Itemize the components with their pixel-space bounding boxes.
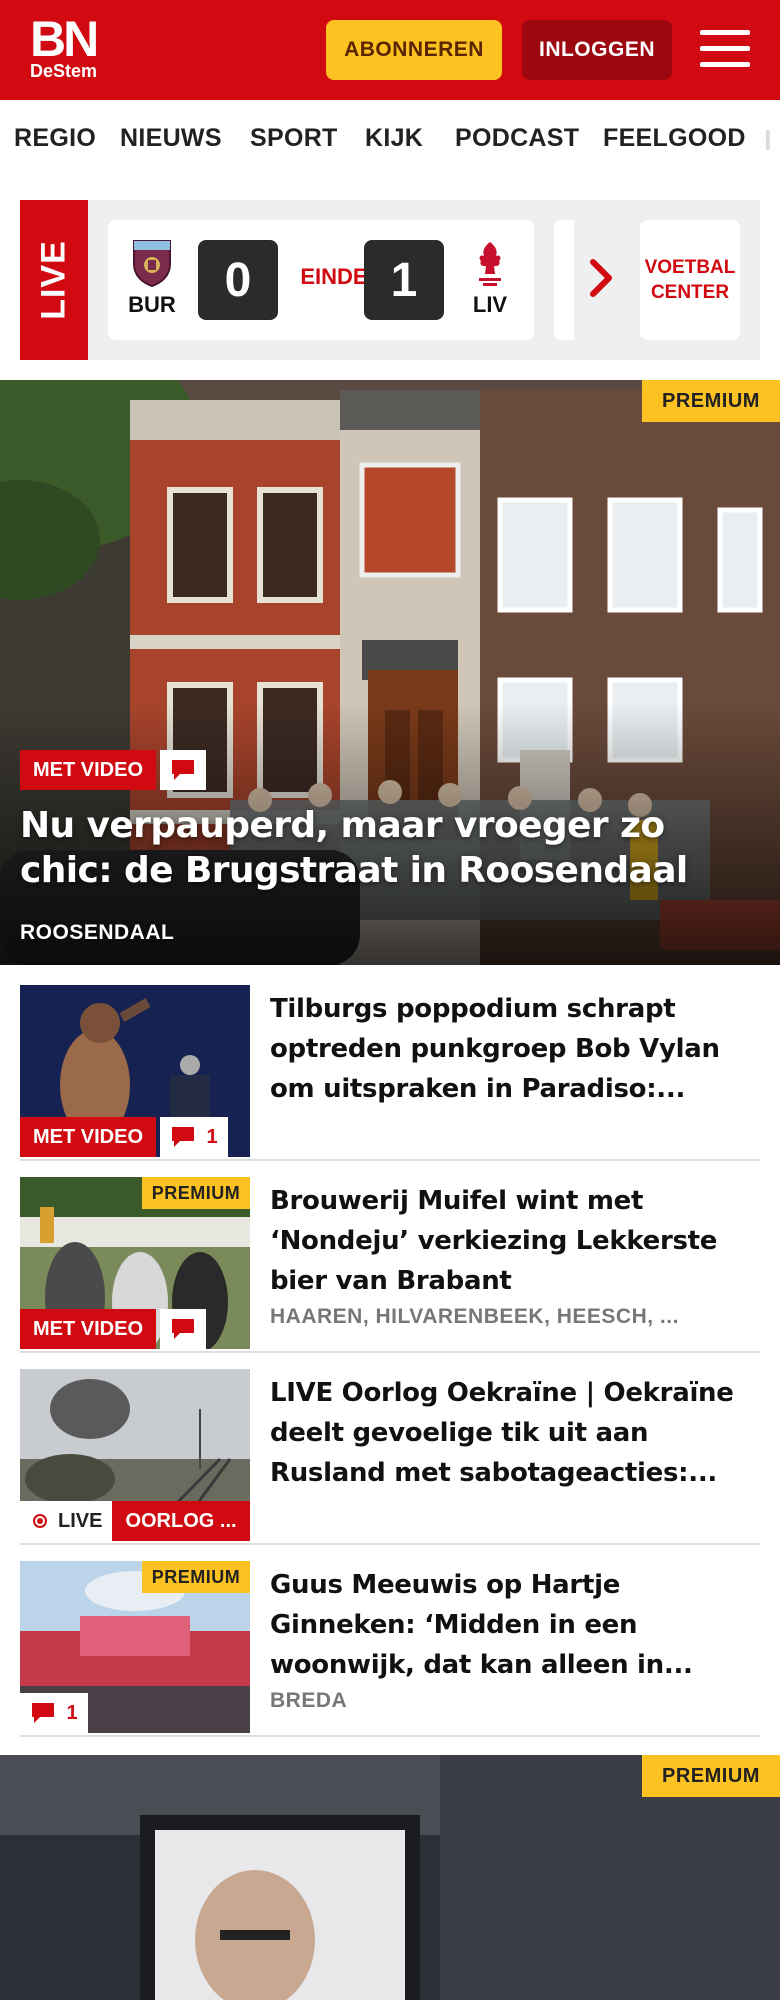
comment-badge[interactable]: 1 [160,1117,228,1157]
away-team: LIV [460,238,520,318]
live-tab-label: LIVE [34,240,73,320]
video-badge: MET VIDEO [20,1309,156,1349]
site-logo[interactable]: BN DeStem [30,11,99,81]
tag-badge: OORLOG ... [112,1501,250,1541]
premium-badge: PREMIUM [642,380,780,422]
list-item[interactable]: LIVE OORLOG ... LIVE Oorlog Oekraïne | O… [20,1369,760,1545]
premium-badge: PREMIUM [142,1561,250,1593]
comment-count: 1 [206,1125,218,1148]
chevron-right-icon[interactable] [588,258,614,298]
video-badge: MET VIDEO [20,1117,156,1157]
nav-item-feelgood[interactable]: FEELGOOD [603,124,746,153]
article-location: BREDA [270,1689,348,1712]
menu-icon[interactable] [700,26,752,70]
video-badge: MET VIDEO [20,750,156,790]
burnley-crest-icon [133,240,171,288]
nav-fade [756,100,780,182]
article-title[interactable]: Guus Meeuwis op Hartje Ginneken: ‘Midden… [270,1565,758,1685]
match-status: EINDE [300,264,368,289]
comment-icon [172,760,194,780]
nav-item-nieuws[interactable]: NIEUWS [120,124,222,153]
login-button[interactable]: INLOGGEN [522,20,672,80]
nav-item-podcast[interactable]: PODCAST [455,124,579,153]
article-title[interactable]: Brouwerij Muifel wint met ‘Nondeju’ verk… [270,1181,758,1301]
comment-icon [172,1319,194,1339]
logo-sub: DeStem [30,61,98,81]
match-card[interactable]: BUR 0 EINDE 1 LIV [108,220,534,340]
article-title[interactable]: LIVE Oorlog Oekraïne | Oekraïne deelt ge… [270,1373,758,1493]
nav-item-regio[interactable]: REGIO [14,124,96,153]
comment-count: 1 [66,1701,78,1724]
nav-item-sport[interactable]: SPORT [250,124,338,153]
list-item[interactable]: PREMIUM 1 Guus Meeuwis op Hartje Ginneke… [20,1561,760,1737]
comment-icon [32,1703,55,1723]
comment-badge[interactable] [160,1309,206,1349]
live-scoreboard: LIVE BUR 0 EINDE 1 LIV VOETBAL CENTER [20,200,760,360]
main-nav: REGIO NIEUWS SPORT KIJK PODCAST FEELGOOD [0,100,780,182]
subscribe-button[interactable]: ABONNEREN [326,20,502,80]
list-item[interactable]: MET VIDEO 1 Tilburgs poppodium schrapt o… [20,985,760,1161]
article-location: HAAREN, HILVARENBEEK, HEESCH, ... [270,1305,679,1328]
site-header: BN DeStem ABONNEREN INLOGGEN [0,0,780,100]
live-dot-icon [33,1514,47,1528]
article-title[interactable]: Tilburgs poppodium schrapt optreden punk… [270,989,758,1109]
comment-badge[interactable]: 1 [20,1693,88,1733]
logo-main: BN [30,11,99,67]
away-team-code: LIV [472,292,508,317]
nav-item-kijk[interactable]: KIJK [365,124,423,153]
hero-article-2[interactable]: PREMIUM [0,1755,780,2000]
next-match-card-edge[interactable] [554,220,574,340]
premium-badge: PREMIUM [642,1755,780,1797]
voetbal-center-button[interactable]: VOETBAL CENTER [640,220,740,340]
live-badge: LIVE [20,1501,112,1541]
premium-badge: PREMIUM [142,1177,250,1209]
live-tab: LIVE [20,200,88,360]
list-item[interactable]: PREMIUM MET VIDEO Brouwerij Muifel wint … [20,1177,760,1353]
hero-title[interactable]: Nu verpauperd, maar vroeger zo chic: de … [20,803,760,893]
home-team: BUR [122,238,182,318]
home-score: 0 [198,240,278,320]
liverpool-crest-icon [479,242,501,286]
away-score: 1 [364,240,444,320]
home-team-code: BUR [128,292,176,317]
hero-location: ROOSENDAAL [20,921,175,944]
live-label: LIVE [58,1509,103,1532]
comment-badge[interactable] [160,750,206,790]
comment-icon [172,1127,195,1147]
